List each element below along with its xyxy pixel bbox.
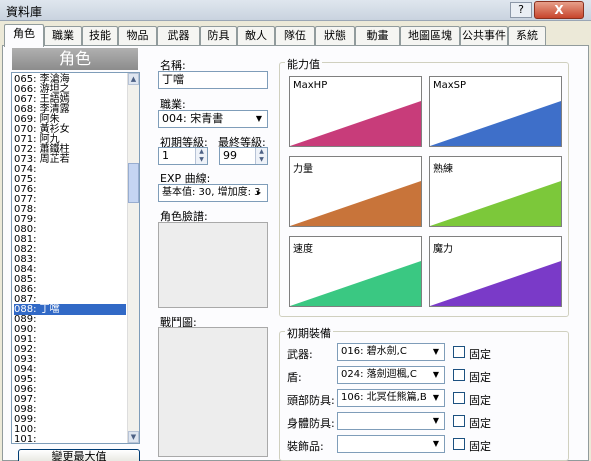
- fixed-label: 固定: [469, 371, 491, 384]
- change-max-button[interactable]: 變更最大值: [18, 449, 140, 461]
- help-button[interactable]: ?: [510, 2, 532, 18]
- equipment-slot-label: 裝飾品:: [287, 440, 324, 453]
- equipment-select[interactable]: 024: 落劍迴楓,C ▼: [337, 366, 445, 384]
- fixed-checkbox[interactable]: [453, 369, 465, 381]
- spin-arrows-icon[interactable]: ▲ ▼: [255, 148, 267, 164]
- fixed-checkbox[interactable]: [453, 392, 465, 404]
- close-button[interactable]: X: [534, 1, 584, 19]
- battler-graphic-box[interactable]: [158, 327, 268, 457]
- stat-graph[interactable]: 魔力: [429, 236, 562, 307]
- fixed-label: 固定: [469, 417, 491, 430]
- final-level-value: 99: [223, 149, 237, 162]
- scroll-thumb[interactable]: [128, 163, 139, 203]
- fixed-label: 固定: [469, 348, 491, 361]
- fixed-checkbox[interactable]: [453, 438, 465, 450]
- class-select[interactable]: 004: 宋青書 ▼: [158, 110, 268, 128]
- exp-curve-button[interactable]: 基本值: 30, 增加度: 3 ▸: [158, 184, 268, 202]
- spin-arrows-icon[interactable]: ▲ ▼: [195, 148, 207, 164]
- equipment-value: 024: 落劍迴楓,C: [341, 369, 417, 380]
- stat-label: 熟練: [433, 164, 453, 175]
- equipment-select[interactable]: 016: 碧水劍,C ▼: [337, 343, 445, 361]
- face-graphic-box[interactable]: [158, 222, 268, 308]
- stat-graph[interactable]: MaxSP: [429, 76, 562, 147]
- chevron-right-icon[interactable]: ▸: [252, 186, 266, 200]
- tab-troops[interactable]: 隊伍: [275, 26, 315, 46]
- fixed-label: 固定: [469, 394, 491, 407]
- stat-graph[interactable]: 速度: [289, 236, 422, 307]
- name-input[interactable]: 丁噹: [158, 71, 268, 89]
- character-list[interactable]: ▲ ▼ 065: 李滄海 066: 游坦之 067: 王語嫣 068: 李清露 069:…: [11, 72, 140, 444]
- initial-level-value: 1: [162, 149, 169, 162]
- stat-label: 魔力: [433, 244, 453, 255]
- chevron-down-icon[interactable]: ▼: [429, 391, 443, 405]
- equipment-select[interactable]: ▼: [337, 412, 445, 430]
- tab-common-events[interactable]: 公共事件: [460, 26, 508, 46]
- stat-graph[interactable]: MaxHP: [289, 76, 422, 147]
- tab-animations[interactable]: 動畫: [355, 26, 400, 46]
- tab-weapons[interactable]: 武器: [157, 26, 200, 46]
- tab-skills[interactable]: 技能: [82, 26, 118, 46]
- scroll-up-button[interactable]: ▲: [128, 73, 139, 85]
- equipment-value: 016: 碧水劍,C: [341, 346, 407, 357]
- chevron-down-icon[interactable]: ▼: [252, 112, 266, 126]
- tab-classes[interactable]: 職業: [44, 26, 82, 46]
- scroll-down-button[interactable]: ▼: [128, 431, 139, 443]
- equipment-select[interactable]: ▼: [337, 435, 445, 453]
- fixed-checkbox[interactable]: [453, 415, 465, 427]
- equipment-slot-label: 武器:: [287, 348, 313, 361]
- chevron-down-icon[interactable]: ▼: [429, 437, 443, 451]
- list-scrollbar[interactable]: ▲ ▼: [127, 73, 139, 443]
- equipment-slot-label: 頭部防具:: [287, 394, 335, 407]
- title-bar: 資料庫 ? X: [0, 0, 591, 21]
- tab-enemies[interactable]: 敵人: [237, 26, 275, 46]
- stat-label: MaxSP: [433, 80, 467, 91]
- stat-label: 力量: [293, 164, 313, 175]
- tab-tilesets[interactable]: 地圖區塊: [400, 26, 460, 46]
- equipment-value: 106: 北冥任熊篇,B: [341, 392, 427, 403]
- stat-label: 速度: [293, 244, 313, 255]
- tab-states[interactable]: 狀態: [315, 26, 355, 46]
- list-item[interactable]: 101:: [14, 434, 126, 443]
- tab-armors[interactable]: 防具: [200, 26, 237, 46]
- tab-items[interactable]: 物品: [118, 26, 157, 46]
- chevron-down-icon[interactable]: ▼: [429, 414, 443, 428]
- class-value: 004: 宋青書: [162, 112, 224, 125]
- stat-label: MaxHP: [293, 80, 328, 91]
- final-level-stepper[interactable]: 99 ▲ ▼: [219, 147, 268, 165]
- stat-graph[interactable]: 熟練: [429, 156, 562, 227]
- tab-system[interactable]: 系統: [508, 26, 546, 46]
- equipment-slot-label: 身體防具:: [287, 417, 335, 430]
- fixed-checkbox[interactable]: [453, 346, 465, 358]
- tab-actors[interactable]: 角色: [4, 24, 44, 47]
- fixed-label: 固定: [469, 440, 491, 453]
- list-header: 角色: [12, 48, 138, 70]
- equipment-title: 初期裝備: [285, 325, 333, 341]
- exp-value: 基本值: 30, 增加度: 3: [162, 187, 261, 198]
- initial-level-stepper[interactable]: 1 ▲ ▼: [158, 147, 208, 165]
- chevron-down-icon[interactable]: ▼: [429, 368, 443, 382]
- chevron-down-icon[interactable]: ▼: [429, 345, 443, 359]
- equipment-select[interactable]: 106: 北冥任熊篇,B ▼: [337, 389, 445, 407]
- equipment-slot-label: 盾:: [287, 371, 302, 384]
- stats-title: 能力值: [285, 56, 322, 72]
- stat-graph[interactable]: 力量: [289, 156, 422, 227]
- window-title: 資料庫: [6, 5, 43, 19]
